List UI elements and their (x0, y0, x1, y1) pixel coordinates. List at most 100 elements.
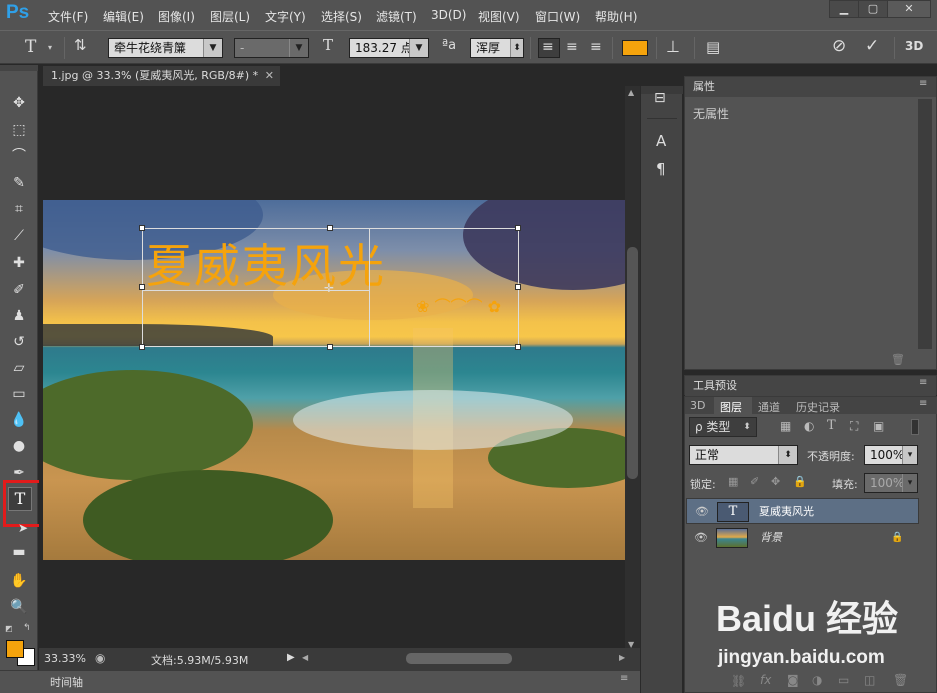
blend-mode-select[interactable]: 正常 ⬍ (689, 445, 798, 465)
3d-mode-icon[interactable]: 3D (905, 39, 923, 53)
panel-menu-icon[interactable]: ≡ (919, 78, 927, 89)
properties-scrollbar[interactable] (918, 99, 932, 349)
type-tool-preset-icon[interactable]: T (25, 37, 36, 57)
visibility-eye-icon[interactable]: 👁 (694, 525, 708, 551)
transform-handle[interactable] (515, 225, 521, 231)
cancel-icon[interactable]: ⊘ (832, 36, 846, 56)
text-color-swatch[interactable] (622, 40, 648, 56)
panel-menu-icon[interactable]: ≡ (919, 377, 927, 388)
menu-3d[interactable]: 3D(D) (431, 8, 466, 22)
default-colors-icon[interactable]: ◩ (5, 624, 13, 633)
filter-smart-object-icon[interactable]: ▣ (873, 419, 884, 433)
foreground-color-swatch[interactable] (6, 640, 24, 658)
layer-style-icon[interactable]: fx (760, 673, 771, 687)
fill-input[interactable]: 100% ▾ (864, 473, 918, 493)
marquee-tool-icon[interactable]: ⬚ (8, 120, 30, 140)
layer-name[interactable]: 夏威夷风光 (759, 499, 814, 525)
toggle-orientation-icon[interactable]: ⇅ (74, 36, 87, 54)
layer-row-background[interactable]: 👁 背景 🔒 (686, 525, 919, 551)
brush-tool-icon[interactable]: ✐ (8, 280, 30, 300)
warp-text-icon[interactable]: ⊥ (666, 37, 680, 56)
status-info-icon[interactable]: ◉ (95, 651, 105, 665)
image-canvas[interactable]: 夏威夷风光 ❀ ⌒⌒⌒ ✿ ✛ (43, 200, 625, 560)
gradient-tool-icon[interactable]: ▭ (8, 384, 30, 404)
scroll-left-icon[interactable]: ◀ (302, 653, 308, 662)
layer-name[interactable]: 背景 (760, 525, 782, 551)
clone-stamp-tool-icon[interactable]: ♟ (8, 306, 30, 326)
lock-image-icon[interactable]: ✐ (750, 475, 759, 488)
document-tab[interactable]: 1.jpg @ 33.3% (夏威夷风光, RGB/8#) * ✕ (43, 66, 280, 86)
status-menu-arrow-icon[interactable]: ▶ (287, 652, 295, 663)
tab-3d[interactable]: 3D (690, 399, 705, 412)
toolbar-grip[interactable] (0, 65, 38, 71)
lock-all-icon[interactable]: 🔒 (793, 475, 807, 488)
menu-select[interactable]: 选择(S) (321, 8, 362, 25)
scroll-right-icon[interactable]: ▶ (619, 653, 625, 662)
vertical-scroll-thumb[interactable] (627, 247, 638, 479)
character-panel-icon[interactable]: A (656, 132, 666, 150)
font-size-select[interactable]: 183.27 点 ▼ (349, 38, 429, 58)
filter-pixel-icon[interactable]: ▦ (780, 419, 791, 433)
paragraph-panel-icon[interactable]: ¶ (656, 160, 666, 178)
path-select-tool-icon[interactable]: ➤ (12, 518, 34, 538)
transform-handle[interactable] (139, 284, 145, 290)
transform-handle[interactable] (515, 284, 521, 290)
zoom-level[interactable]: 33.33% (44, 652, 86, 665)
new-group-icon[interactable]: ▭ (838, 673, 849, 687)
opacity-input[interactable]: 100% ▾ (864, 445, 918, 465)
menu-type[interactable]: 文字(Y) (265, 8, 306, 25)
trash-icon[interactable]: 🗑 (891, 353, 905, 366)
zoom-tool-icon[interactable]: 🔍 (8, 597, 30, 617)
quick-select-tool-icon[interactable]: ✎ (8, 173, 30, 193)
transform-handle[interactable] (515, 344, 521, 350)
tool-presets-panel[interactable]: 工具预设 (684, 375, 937, 396)
lasso-tool-icon[interactable]: ⌒ (8, 146, 30, 166)
crop-tool-icon[interactable]: ⌗ (8, 199, 30, 219)
font-style-select[interactable]: - ▼ (234, 38, 309, 58)
minimize-button[interactable]: ▁ (829, 0, 859, 18)
filter-adjustment-icon[interactable]: ◐ (804, 419, 814, 433)
menu-edit[interactable]: 编辑(E) (103, 8, 144, 25)
eraser-tool-icon[interactable]: ▱ (8, 358, 30, 378)
timeline-panel-tab[interactable]: 时间轴 ≡ (0, 670, 640, 693)
properties-panel-title[interactable]: 属性 (685, 77, 936, 97)
horizontal-scroll-thumb[interactable] (406, 653, 512, 664)
menu-image[interactable]: 图像(I) (158, 8, 195, 25)
menu-view[interactable]: 视图(V) (478, 8, 520, 25)
filter-shape-icon[interactable]: ⛶ (850, 419, 858, 434)
commit-check-icon[interactable]: ✓ (865, 36, 879, 56)
add-mask-icon[interactable]: ◙ (787, 673, 799, 687)
delete-layer-icon[interactable]: 🗑 (893, 673, 908, 687)
move-tool-icon[interactable]: ✥ (8, 93, 30, 113)
menu-file[interactable]: 文件(F) (48, 8, 88, 25)
healing-brush-tool-icon[interactable]: ✚ (8, 253, 30, 273)
rectangle-tool-icon[interactable]: ▬ (8, 542, 30, 562)
lock-position-icon[interactable]: ✥ (771, 475, 780, 488)
character-panel-icon[interactable]: ▤ (706, 38, 720, 56)
tool-presets-icon[interactable]: ⊟ (654, 90, 666, 106)
new-layer-icon[interactable]: ◫ (864, 673, 875, 687)
blur-tool-icon[interactable]: 💧 (8, 410, 30, 430)
chevron-down-icon[interactable]: ▾ (48, 43, 52, 52)
filter-type-icon[interactable]: T (827, 418, 836, 433)
align-right-icon[interactable]: ≡ (590, 39, 602, 55)
tab-channels[interactable]: 通道 (758, 399, 780, 415)
tab-history[interactable]: 历史记录 (796, 399, 840, 415)
menu-layer[interactable]: 图层(L) (210, 8, 250, 25)
transform-handle[interactable] (139, 344, 145, 350)
adjustment-layer-icon[interactable]: ◑ (812, 673, 822, 687)
maximize-button[interactable]: ▢ (858, 0, 888, 18)
menu-help[interactable]: 帮助(H) (595, 8, 637, 25)
font-family-select[interactable]: 牵牛花绕青簾 ▼ (108, 38, 223, 58)
menu-window[interactable]: 窗口(W) (535, 8, 580, 25)
dodge-tool-icon[interactable]: ● (8, 436, 30, 456)
transform-handle[interactable] (327, 344, 333, 350)
panel-menu-icon[interactable]: ≡ (620, 673, 628, 684)
layer-filter-select[interactable]: ρ 类型 ⬍ (689, 417, 757, 437)
transform-center-icon[interactable]: ✛ (324, 281, 334, 295)
close-button[interactable]: ✕ (887, 0, 931, 18)
panel-menu-icon[interactable]: ≡ (919, 398, 927, 409)
filter-toggle[interactable] (911, 419, 919, 435)
hand-tool-icon[interactable]: ✋ (8, 571, 30, 591)
tab-layers[interactable]: 图层 (720, 399, 742, 415)
